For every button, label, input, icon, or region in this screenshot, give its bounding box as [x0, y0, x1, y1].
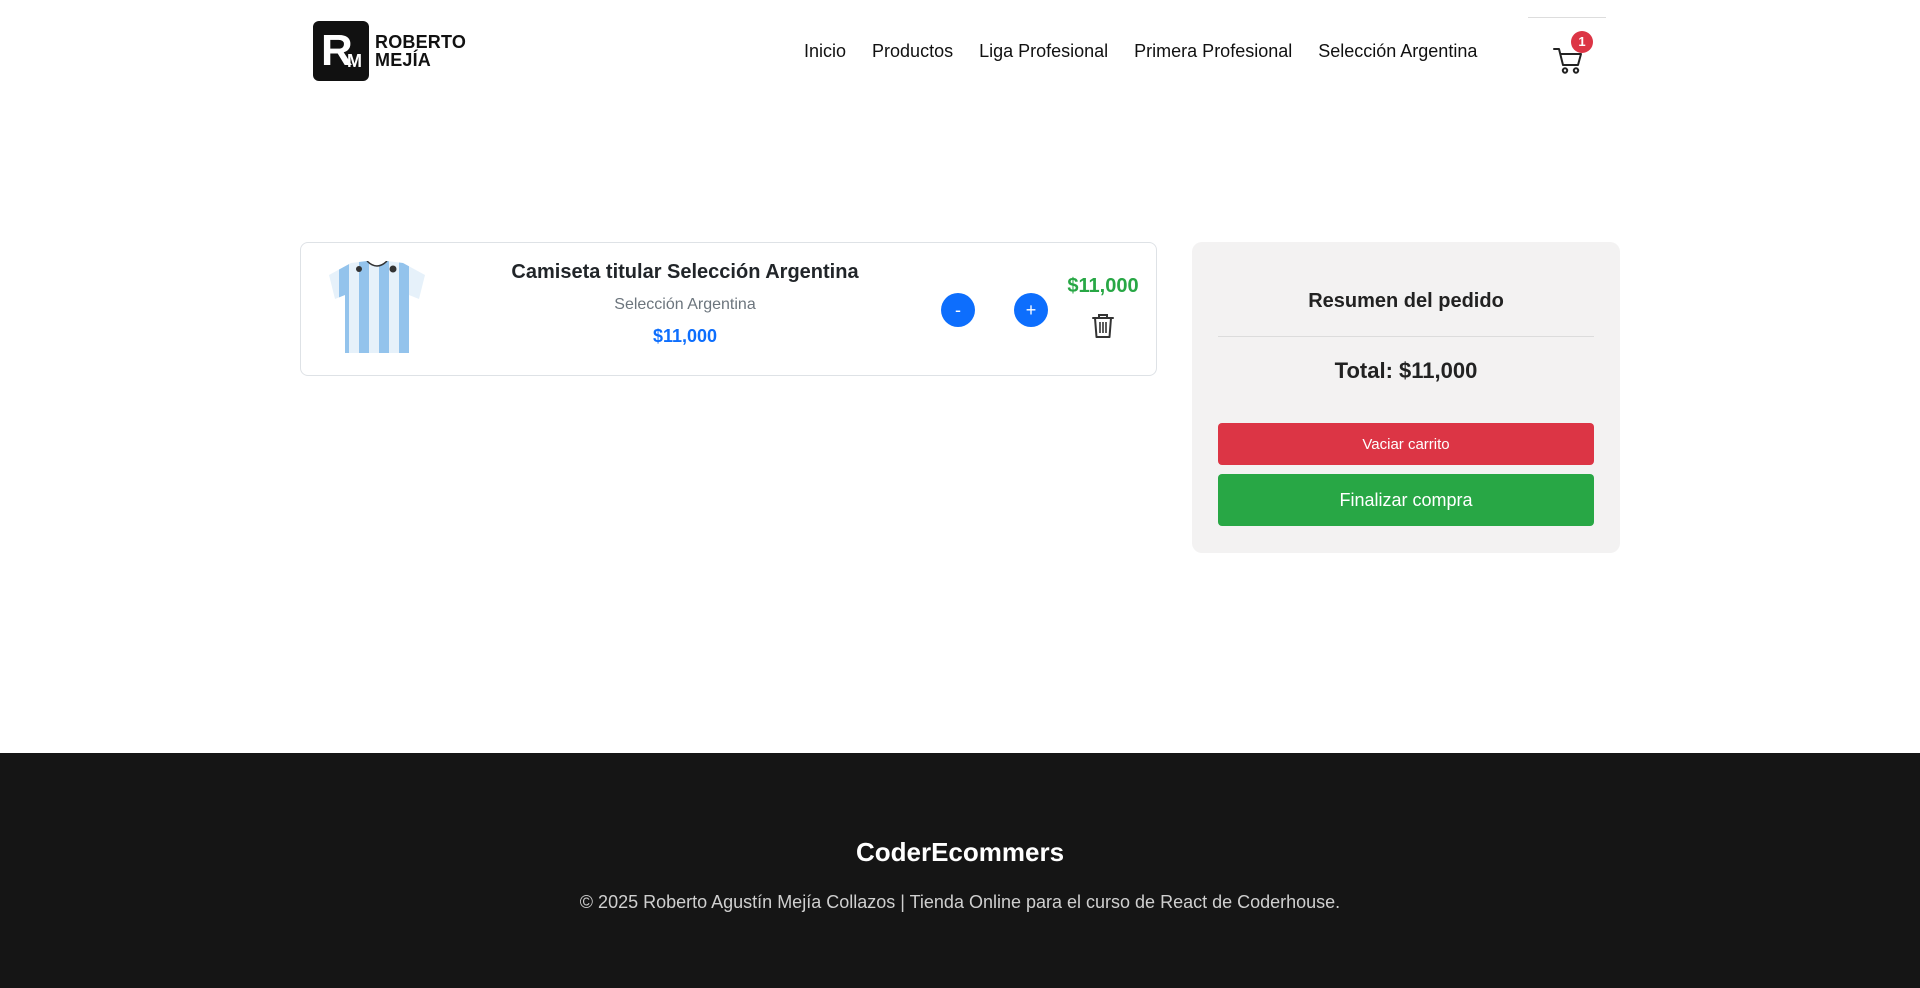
cart-item: Camiseta titular Selección Argentina Sel…: [300, 242, 1157, 376]
nav-item-inicio[interactable]: Inicio: [804, 41, 846, 62]
cart-item-title: Camiseta titular Selección Argentina: [511, 261, 859, 283]
cart-count-badge: 1: [1571, 31, 1593, 53]
cart-item-category: Selección Argentina: [614, 296, 756, 313]
cart-widget[interactable]: 1: [1528, 17, 1606, 79]
logo-mark: R M: [313, 21, 369, 81]
footer-copyright: © 2025 Roberto Agustín Mejía Collazos | …: [579, 892, 1341, 912]
footer-title: CoderEcommers: [855, 837, 1065, 867]
main-nav: Inicio Productos Liga Profesional Primer…: [804, 41, 1503, 62]
cart-item-unit-price: $11,000: [652, 326, 718, 346]
trash-icon[interactable]: [1091, 313, 1115, 339]
decrease-quantity-button[interactable]: -: [941, 293, 975, 327]
checkout-button[interactable]: Finalizar compra: [1218, 474, 1594, 526]
cart-item-info: Camiseta titular Selección Argentina Sel…: [485, 261, 885, 347]
nav-item-productos[interactable]: Productos: [872, 41, 953, 62]
order-summary-divider: [1218, 336, 1594, 337]
site-footer: CoderEcommers © 2025 Roberto Agustín Mej…: [0, 753, 1920, 988]
nav-item-primera-profesional[interactable]: Primera Profesional: [1134, 41, 1292, 62]
logo-text-line2: MEJÍA: [375, 50, 432, 70]
increase-quantity-button[interactable]: +: [1014, 293, 1048, 327]
site-header: R M ROBERTO MEJÍA Inicio Productos Liga …: [0, 0, 1920, 110]
logo-text-line1: ROBERTO: [375, 32, 467, 52]
logo-text: ROBERTO MEJÍA: [375, 33, 466, 69]
logo-mark-small-letter: M: [347, 51, 362, 71]
empty-cart-button[interactable]: Vaciar carrito: [1218, 423, 1594, 465]
order-summary-title: Resumen del pedido: [1308, 290, 1504, 312]
product-image-jersey: [329, 261, 425, 353]
brand-logo[interactable]: R M ROBERTO MEJÍA: [313, 21, 466, 81]
nav-item-liga-profesional[interactable]: Liga Profesional: [979, 41, 1108, 62]
nav-item-seleccion-argentina[interactable]: Selección Argentina: [1318, 41, 1477, 62]
order-summary: Resumen del pedido Total: $11,000 Vaciar…: [1192, 242, 1620, 553]
order-total: Total: $11,000: [1334, 358, 1478, 383]
cart-item-subtotal: $11,000: [1067, 275, 1139, 297]
